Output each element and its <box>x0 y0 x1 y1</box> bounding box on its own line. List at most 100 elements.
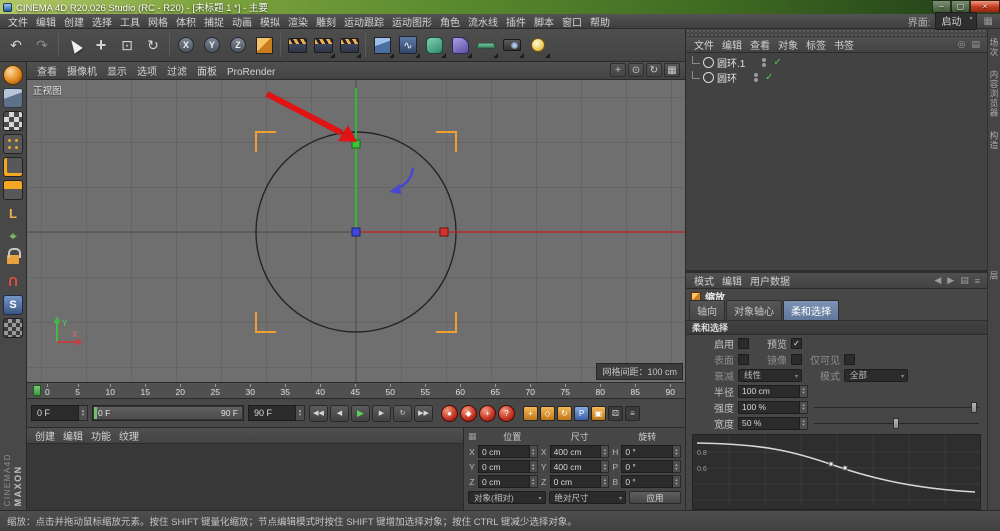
menu-item[interactable]: 文件 <box>4 18 32 29</box>
x-axis-lock-icon[interactable]: X <box>173 31 199 59</box>
subdivision-surface-icon[interactable] <box>421 31 447 59</box>
object-manager-menu-item[interactable]: 对象 <box>774 41 802 52</box>
texture-mode-icon[interactable] <box>3 111 23 131</box>
point-mode-icon[interactable] <box>3 134 23 154</box>
live-selection-icon[interactable] <box>62 31 88 59</box>
options-menu-icon[interactable]: ≡ <box>972 276 983 286</box>
enable-toggle[interactable]: ✓ <box>773 57 781 68</box>
menu-item[interactable]: 角色 <box>436 18 464 29</box>
light-icon[interactable] <box>525 31 551 59</box>
coords-mode-dropdown[interactable]: 对象(相对)▾ <box>468 491 546 504</box>
menu-item[interactable]: 雕刻 <box>312 18 340 29</box>
keyframe-toggle[interactable]: + <box>523 406 538 421</box>
menu-item[interactable]: 网格 <box>144 18 172 29</box>
viewport-menu-item[interactable]: 选项 <box>132 67 162 78</box>
attribute-menu-item[interactable]: 用户数据 <box>746 277 794 288</box>
view-pan-icon[interactable]: + <box>610 63 626 77</box>
undo-icon[interactable]: ↶ <box>3 31 29 59</box>
rotation-field[interactable]: 0 °▴▾ <box>621 475 681 488</box>
viewport-menu-item[interactable]: 显示 <box>102 67 132 78</box>
keyframe-toggle[interactable]: ▣ <box>591 406 606 421</box>
move-tool-icon[interactable]: + <box>88 31 114 59</box>
edge-mode-icon[interactable] <box>3 157 23 177</box>
attribute-menu-item[interactable]: 编辑 <box>718 277 746 288</box>
transport-button[interactable]: ▶▶ <box>414 405 433 422</box>
menu-item[interactable]: 窗口 <box>558 18 586 29</box>
rotation-field[interactable]: 0 °▴▾ <box>621 460 681 473</box>
transport-button[interactable]: ↻ <box>393 405 412 422</box>
power-slider[interactable]: 0 F90 F <box>92 405 244 421</box>
menu-item[interactable]: 体积 <box>172 18 200 29</box>
tab-axis[interactable]: 轴向 <box>689 300 725 320</box>
view-zoom-icon[interactable]: ⊙ <box>628 63 644 77</box>
menu-item[interactable]: 流水线 <box>464 18 502 29</box>
transport-button[interactable]: ▶ <box>351 405 370 422</box>
keyframe-toggle[interactable]: ≡ <box>625 406 640 421</box>
viewport-menu-item[interactable]: 查看 <box>32 67 62 78</box>
end-frame-field[interactable]: 90 F ▴▾ <box>248 405 305 421</box>
object-manager-menu-item[interactable]: 文件 <box>690 41 718 52</box>
current-frame-marker[interactable] <box>33 385 41 396</box>
object-manager-menu-item[interactable]: 标签 <box>802 41 830 52</box>
camera-icon[interactable] <box>499 31 525 59</box>
viewport-menu-item[interactable]: ProRender <box>222 67 280 78</box>
render-settings-icon[interactable] <box>336 31 362 59</box>
viewport-menu-item[interactable]: 过滤 <box>162 67 192 78</box>
object-manager-menu-item[interactable]: 编辑 <box>718 41 746 52</box>
position-field[interactable]: 0 cm▴▾ <box>478 475 538 488</box>
material-menu-item[interactable]: 功能 <box>87 428 115 443</box>
dock-side-tab[interactable]: 场次 <box>988 33 1000 62</box>
quantize-icon[interactable] <box>3 318 23 338</box>
floor-icon[interactable] <box>473 31 499 59</box>
interface-dropdown[interactable]: 启动▾ <box>935 12 977 30</box>
polygon-mode-icon[interactable] <box>3 180 23 200</box>
falloff-dropdown[interactable]: 线性▾ <box>738 369 802 382</box>
viewport-canvas[interactable]: Y X 正视图 网格间距：100 cm <box>27 80 685 382</box>
surface-checkbox[interactable] <box>738 354 749 365</box>
record-button[interactable]: ◆ <box>460 405 477 422</box>
bend-deformer-icon[interactable] <box>447 31 473 59</box>
object-row[interactable]: 圆环 ✓ <box>686 70 987 85</box>
visibility-toggle[interactable] <box>762 58 766 67</box>
scale-tool-icon[interactable]: ⊡ <box>114 31 140 59</box>
workplane-mode-icon[interactable]: L <box>3 203 23 223</box>
menu-item[interactable]: 运动跟踪 <box>340 18 388 29</box>
snap-settings-icon[interactable]: S <box>3 295 23 315</box>
coordinate-system-icon[interactable] <box>251 31 277 59</box>
layers-side-tab[interactable]: 层 <box>988 266 1000 286</box>
search-icon[interactable]: ◎ <box>955 39 969 50</box>
menu-item[interactable]: 模拟 <box>256 18 284 29</box>
viewport-menu-item[interactable]: 面板 <box>192 67 222 78</box>
visible-only-checkbox[interactable] <box>844 354 855 365</box>
start-frame-field[interactable]: 0 F ▴▾ <box>31 405 88 421</box>
soft-selection-section[interactable]: 柔和选择 <box>686 321 987 335</box>
record-button[interactable]: + <box>479 405 496 422</box>
radius-field[interactable]: 100 cm▴▾ <box>738 385 808 398</box>
falloff-curve-editor[interactable]: 0.8 0.6 <box>692 434 981 510</box>
history-back-icon[interactable]: ◀ <box>931 275 944 286</box>
width-field[interactable]: 50 %▴▾ <box>738 417 808 430</box>
object-manager-menu-item[interactable]: 书签 <box>830 41 858 52</box>
view-toggle-icon[interactable]: ▦ <box>664 63 680 77</box>
menu-item[interactable]: 脚本 <box>530 18 558 29</box>
lock-icon[interactable] <box>3 249 23 269</box>
material-menu-item[interactable]: 纹理 <box>115 428 143 443</box>
frame-spinner[interactable]: ▴▾ <box>79 405 88 421</box>
material-menu-item[interactable]: 编辑 <box>59 428 87 443</box>
tab-object-axis[interactable]: 对象轴心 <box>726 300 782 320</box>
timeline-ruler[interactable]: 051015202530354045505560657075808590 <box>27 383 685 399</box>
object-tree[interactable]: 圆环.1 ✓ 圆环 ✓ <box>686 53 987 270</box>
enable-checkbox[interactable] <box>738 338 749 349</box>
menu-item[interactable]: 工具 <box>116 18 144 29</box>
menu-item[interactable]: 编辑 <box>32 18 60 29</box>
attribute-menu-item[interactable]: 模式 <box>690 277 718 288</box>
enable-axis-icon[interactable]: ⌖ <box>3 226 23 246</box>
menu-item[interactable]: 捕捉 <box>200 18 228 29</box>
redo-icon[interactable]: ↷ <box>29 31 55 59</box>
snap-magnet-icon[interactable]: U <box>3 272 23 292</box>
preview-checkbox[interactable]: ✓ <box>791 338 802 349</box>
falloff-mode-dropdown[interactable]: 全部▾ <box>844 369 908 382</box>
transport-button[interactable]: ▶ <box>372 405 391 422</box>
render-view-icon[interactable] <box>284 31 310 59</box>
object-row[interactable]: 圆环.1 ✓ <box>686 55 987 70</box>
